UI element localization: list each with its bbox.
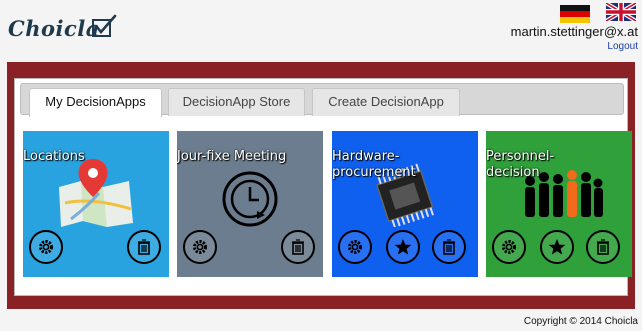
settings-button[interactable] <box>338 230 372 264</box>
logout-link[interactable]: Logout <box>607 41 638 52</box>
delete-button[interactable] <box>432 230 466 264</box>
gear-icon <box>39 240 53 254</box>
settings-button[interactable] <box>492 230 526 264</box>
tile-title: Personnel-decision <box>486 149 555 180</box>
map-pin-icon <box>59 159 133 227</box>
content-panel: My DecisionApps DecisionApp Store Create… <box>14 78 632 296</box>
settings-button[interactable] <box>29 230 63 264</box>
checkbox-logo-icon <box>92 14 117 37</box>
uk-flag-icon[interactable] <box>606 3 636 21</box>
tab-create-decisionapp[interactable]: Create DecisionApp <box>312 88 460 116</box>
app-tile-jour-fixe-meeting[interactable]: Jour-fixe Meeting <box>177 131 323 277</box>
trash-icon <box>138 239 150 255</box>
tile-title: Locations <box>23 149 85 164</box>
star-icon <box>394 239 412 255</box>
star-icon <box>548 239 566 255</box>
copyright-text: Copyright © 2014 Choicla <box>523 316 638 327</box>
clock-icon <box>222 171 278 227</box>
delete-button[interactable] <box>281 230 315 264</box>
gear-icon <box>348 240 362 254</box>
user-email: martin.stettinger@x.at <box>510 24 638 39</box>
header: Choicla martin.stettinger@x.at Logout <box>0 0 642 58</box>
gear-icon <box>193 240 207 254</box>
tab-bar: My DecisionApps DecisionApp Store Create… <box>20 83 624 117</box>
tab-decisionapp-store[interactable]: DecisionApp Store <box>168 88 305 116</box>
app-tile-hardware-procurement[interactable]: Hardware-procurement <box>332 131 478 277</box>
trash-icon <box>597 239 609 255</box>
gear-icon <box>502 240 516 254</box>
tile-title: Hardware-procurement <box>332 149 416 180</box>
tile-title: Jour-fixe Meeting <box>177 149 287 164</box>
settings-button[interactable] <box>183 230 217 264</box>
favorite-button[interactable] <box>386 230 420 264</box>
delete-button[interactable] <box>127 230 161 264</box>
app-logo[interactable]: Choicla <box>8 16 100 41</box>
app-tile-locations[interactable]: Locations <box>23 131 169 277</box>
trash-icon <box>443 239 455 255</box>
app-tile-personnel-decision[interactable]: Personnel-decision <box>486 131 632 277</box>
favorite-button[interactable] <box>540 230 574 264</box>
main-band: My DecisionApps DecisionApp Store Create… <box>7 62 635 309</box>
tab-my-decisionapps[interactable]: My DecisionApps <box>29 88 162 117</box>
delete-button[interactable] <box>586 230 620 264</box>
de-flag-icon[interactable] <box>560 5 590 23</box>
trash-icon <box>292 239 304 255</box>
